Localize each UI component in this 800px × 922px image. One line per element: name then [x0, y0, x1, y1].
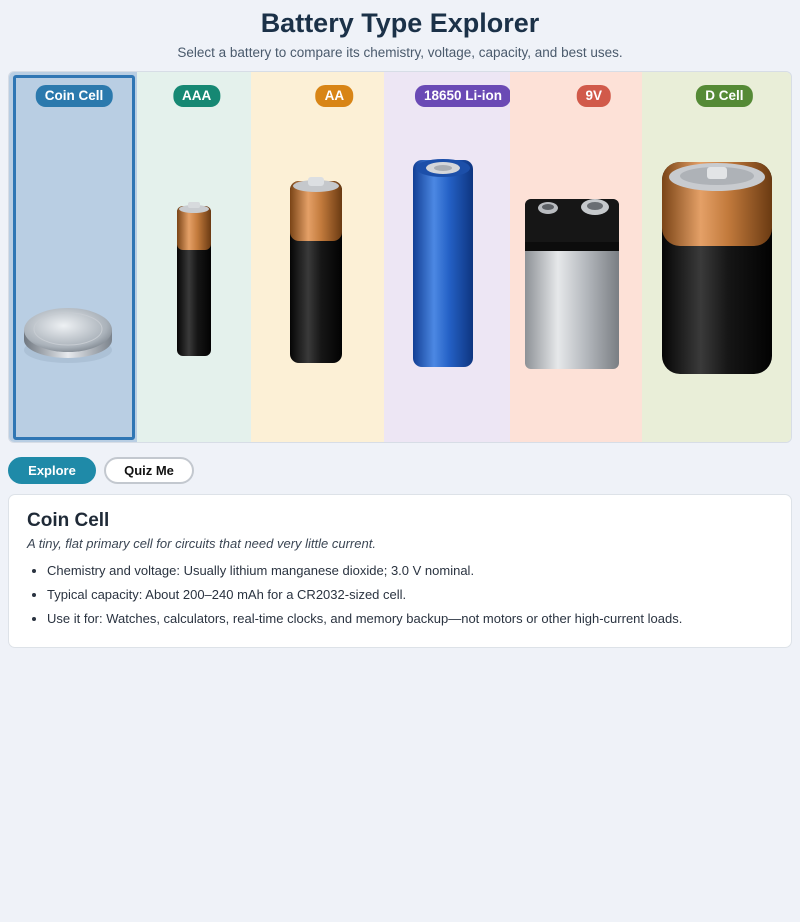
fact-uses: Use it for: Watches, calculators, real-t… [47, 611, 773, 626]
aa-battery-icon [290, 177, 343, 363]
battery-name: Coin Cell [27, 510, 110, 531]
explore-button[interactable]: Explore [8, 457, 96, 484]
page-title: Battery Type Explorer [260, 8, 540, 38]
battery-description: A tiny, flat primary cell for circuits t… [27, 536, 376, 551]
18650-battery-icon [413, 159, 474, 367]
fact-capacity: Typical capacity: About 200–240 mAh for … [47, 587, 773, 602]
battery-option-coin-cell[interactable]: Coin Cell [9, 72, 137, 442]
battery-details-card: Coin Cell A tiny, flat primary cell for … [8, 494, 792, 648]
9v-battery-icon [524, 199, 619, 369]
aaa-battery-icon [176, 202, 211, 356]
battery-option-d-cell[interactable]: D Cell [642, 72, 791, 442]
battery-option-18650-li-ion[interactable]: 18650 Li-ion [384, 72, 512, 442]
battery-option-aa[interactable]: AA [251, 72, 385, 442]
battery-option-aaa[interactable]: AAA [136, 72, 252, 442]
fact-chemistry-voltage: Chemistry and voltage: Usually lithium m… [47, 563, 773, 578]
page-subtitle: Select a battery to compare its chemistr… [177, 45, 623, 60]
d-cell-battery-icon [662, 162, 773, 374]
quiz-me-button[interactable]: Quiz Me [104, 457, 194, 484]
battery-facts-list: Chemistry and voltage: Usually lithium m… [27, 563, 773, 626]
battery-selector: Coin Cell AAA AA 18650 Li-ion 9V D Cell [8, 71, 792, 443]
battery-option-9v[interactable]: 9V [509, 72, 643, 442]
coin-cell-battery-icon [24, 308, 112, 363]
